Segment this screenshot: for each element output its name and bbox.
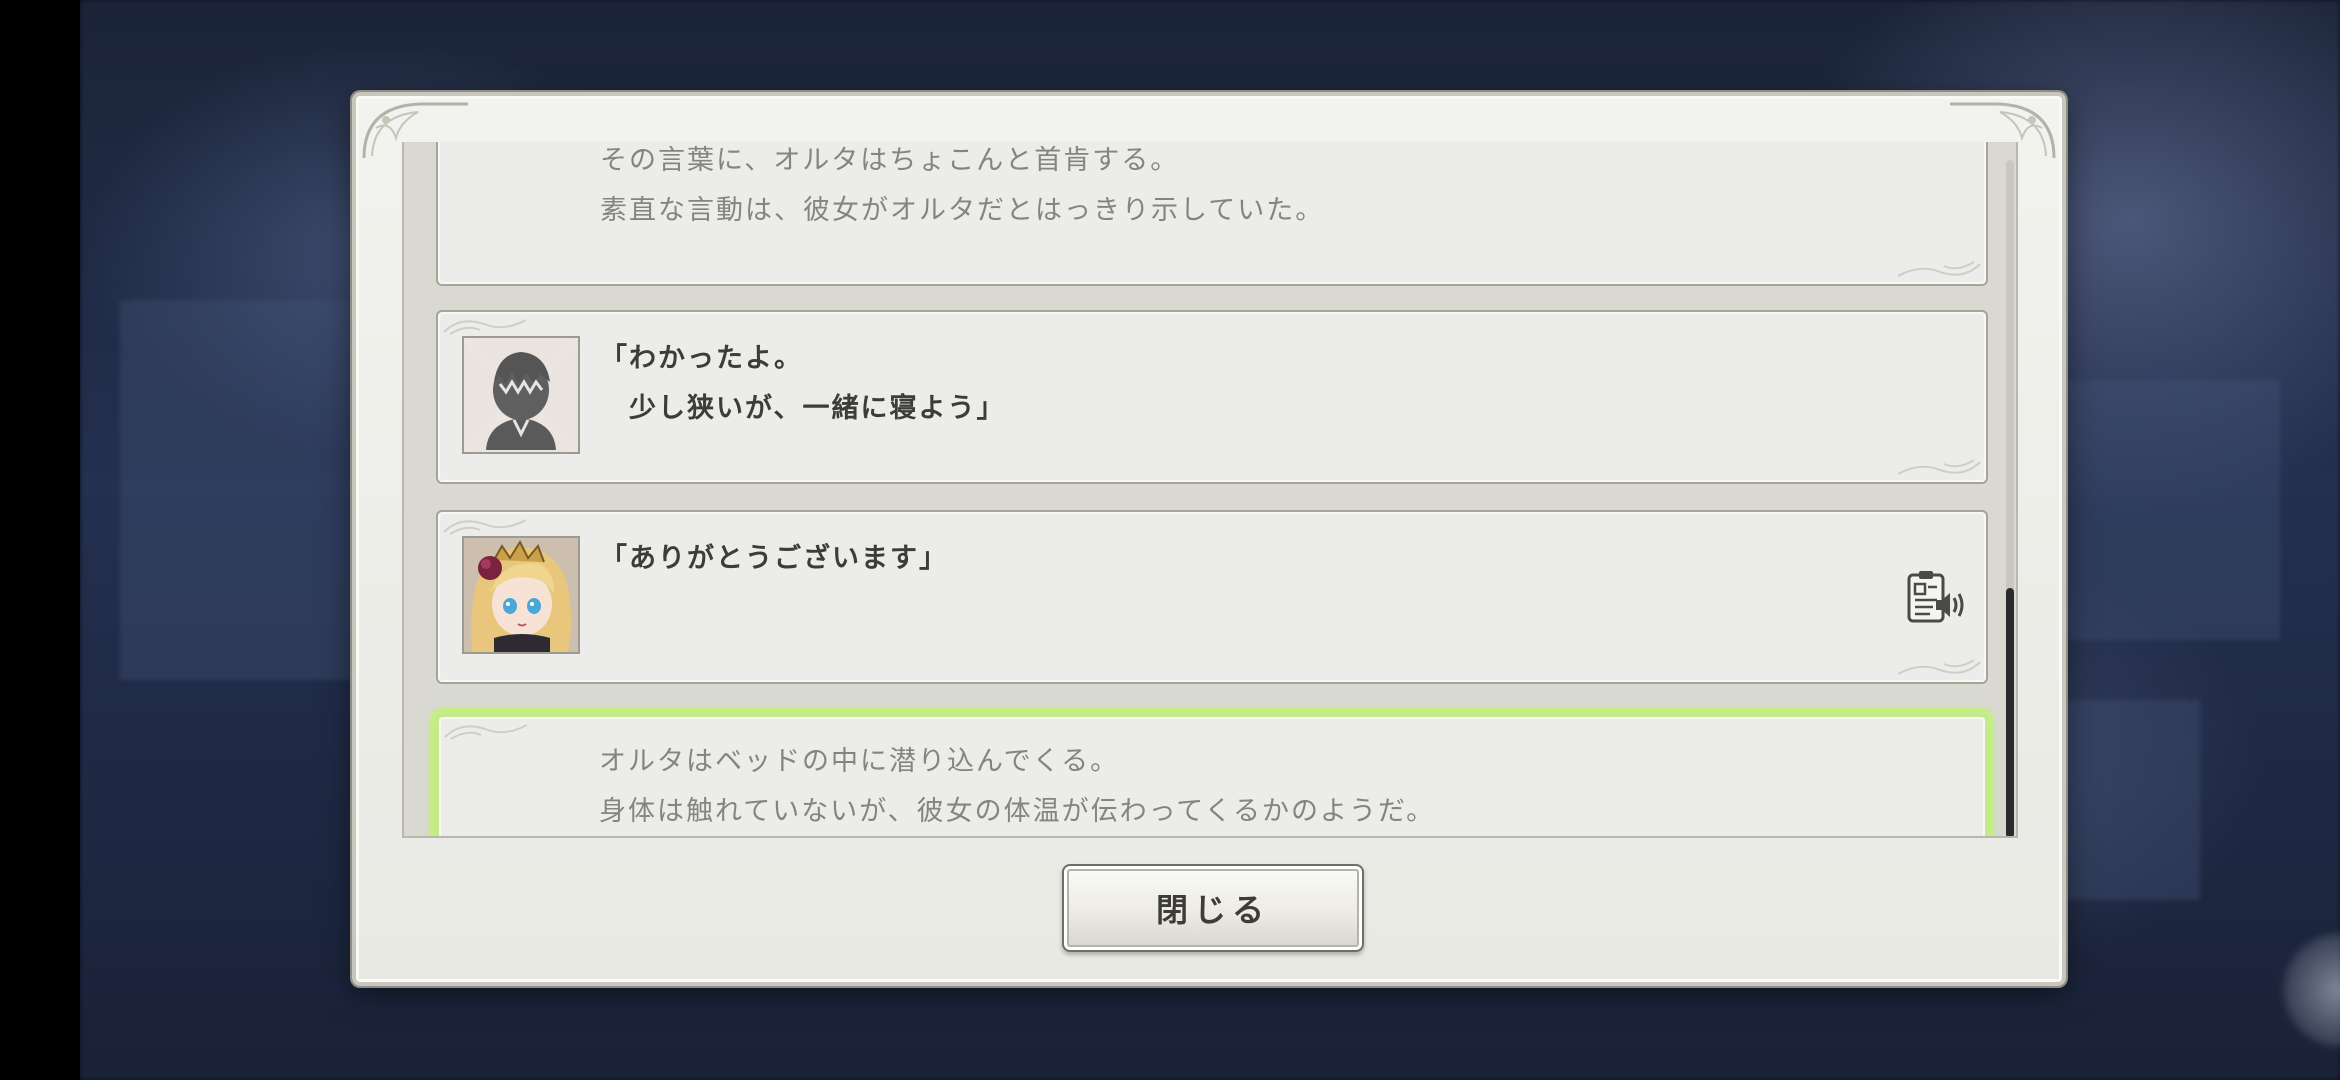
log-entry-narration: その言葉に、オルタはちょこんと首肯する。 素直な言動は、彼女がオルタだとはっきり… (436, 142, 1988, 286)
flourish-icon (444, 724, 528, 740)
log-entry-dialogue: 「ありがとうございます」 (436, 510, 1988, 684)
log-text-line: 素直な言動は、彼女がオルタだとはっきり示していた。 (600, 195, 1325, 226)
flourish-icon (1897, 261, 1981, 277)
scrollbar-thumb[interactable] (2006, 588, 2014, 836)
voice-replay-icon (1907, 571, 1964, 623)
protagonist-portrait (462, 336, 580, 454)
heroine-avatar-icon (464, 538, 578, 652)
close-button[interactable]: 閉じる (1062, 864, 1364, 952)
log-text-line: 身体は触れていないが、彼女の体温が伝わってくるかのようだ。 (599, 796, 1436, 827)
voice-replay-button[interactable] (1906, 570, 1966, 626)
silhouette-avatar-icon (464, 338, 578, 452)
flourish-icon (443, 519, 527, 535)
flourish-icon (1897, 459, 1981, 475)
log-entry-narration-current: オルタはベッドの中に潜り込んでくる。 身体は触れていないが、彼女の体温が伝わって… (436, 714, 1988, 836)
flourish-icon (1897, 659, 1981, 675)
background-orb (2280, 930, 2340, 1050)
backlog-scroll-area[interactable]: その言葉に、オルタはちょこんと首肯する。 素直な言動は、彼女がオルタだとはっきり… (402, 142, 2018, 838)
log-text-line: 少し狭いが、一緒に寝よう」 (600, 393, 1006, 424)
heroine-portrait (462, 536, 580, 654)
log-text-line: 「わかったよ。 (600, 343, 803, 374)
log-entry-dialogue: 「わかったよ。 少し狭いが、一緒に寝よう」 (436, 310, 1988, 484)
log-text-line: オルタはベッドの中に潜り込んでくる。 (599, 746, 1120, 777)
log-text-line: その言葉に、オルタはちょこんと首肯する。 (600, 145, 1180, 176)
flourish-icon (443, 319, 527, 335)
screen-left-edge (0, 0, 80, 1080)
log-text-line: 「ありがとうございます」 (600, 543, 948, 574)
backlog-dialog: その言葉に、オルタはちょこんと首肯する。 素直な言動は、彼女がオルタだとはっきり… (352, 92, 2066, 986)
